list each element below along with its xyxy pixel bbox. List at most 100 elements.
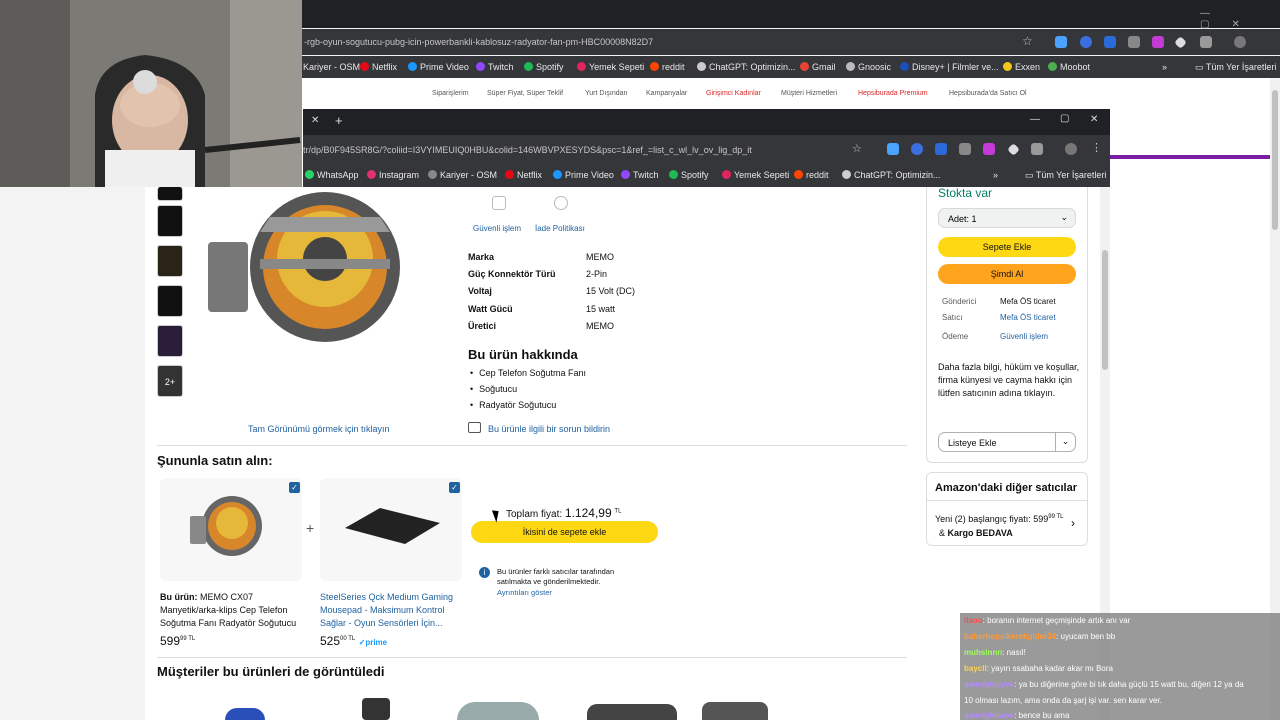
details-link[interactable]: Ayrıntıları göster — [497, 588, 552, 597]
bookmark-item[interactable]: Instagram — [367, 170, 419, 180]
nav-item[interactable]: Hepsiburada Premium — [858, 90, 928, 97]
bookmark-item[interactable]: Gnoosic — [846, 62, 891, 72]
scrollbar-thumb[interactable] — [1272, 90, 1278, 230]
all-bookmarks[interactable]: ▭ Tüm Yer İşaretleri — [1195, 62, 1276, 73]
bookmark-star-icon[interactable]: ☆ — [852, 142, 862, 155]
bookmark-item[interactable]: Kariyer - OSM — [428, 170, 497, 180]
bookmark-item[interactable]: Exxen — [1003, 62, 1040, 72]
new-tab-icon[interactable]: + — [335, 113, 343, 128]
full-view-link[interactable]: Tam Görünümü görmek için tıklayın — [248, 424, 390, 434]
bookmark-star-icon[interactable]: ☆ — [1022, 34, 1033, 48]
fbt-item-image[interactable] — [160, 478, 302, 581]
product-thumbnail[interactable] — [157, 187, 183, 201]
fbt-item-title: Bu ürün: MEMO CX07 Manyetik/arka-klips C… — [160, 592, 297, 628]
back-window-controls[interactable]: —▢✕ — [1200, 8, 1280, 30]
bookmark-item[interactable]: ChatGPT: Optimizin... — [842, 170, 941, 180]
bookmark-item[interactable]: WhatsApp — [305, 170, 359, 180]
extension-icon[interactable] — [887, 143, 899, 155]
chevron-down-icon[interactable]: ⌄ — [1055, 433, 1075, 451]
bookmark-item[interactable]: Prime Video — [408, 62, 469, 72]
close-window-icon[interactable]: ✕ — [1090, 114, 1098, 125]
product-thumbnail[interactable] — [157, 325, 183, 357]
bookmark-item[interactable]: Twitch — [621, 170, 659, 180]
fbt-checkbox[interactable]: ✓ — [449, 482, 460, 493]
close-tab-icon[interactable]: ✕ — [311, 115, 319, 126]
buybox-key: Satıcı — [942, 313, 963, 322]
nav-item[interactable]: Hepsiburada'da Satıcı Ol — [949, 90, 1027, 97]
bookmark-item[interactable]: ChatGPT: Optimizin... — [697, 62, 796, 72]
product-thumbnail[interactable] — [157, 245, 183, 277]
secure-transaction-link[interactable]: Güvenli işlem — [473, 224, 521, 233]
bookmark-item[interactable]: Yemek Sepeti — [577, 62, 644, 72]
puzzle-icon[interactable] — [1200, 36, 1212, 48]
bookmark-item[interactable]: Twitch — [476, 62, 514, 72]
report-issue-link[interactable]: Bu ürünle ilgili bir sorun bildirin — [488, 424, 610, 434]
related-product-image[interactable] — [702, 702, 768, 720]
bookmark-item[interactable]: Spotify — [524, 62, 564, 72]
front-url-text[interactable]: tr/dp/B0F945SR8G/?coliid=I3VYIMEUIQ0HBU&… — [303, 145, 752, 155]
bookmark-item[interactable]: Netflix — [505, 170, 542, 180]
scrollbar-thumb[interactable] — [1102, 250, 1108, 370]
related-product-image[interactable] — [587, 704, 677, 720]
puzzle-icon[interactable] — [1031, 143, 1043, 155]
seller-link[interactable]: Mefa ÖS ticaret — [1000, 313, 1056, 322]
extension-icon[interactable] — [911, 143, 923, 155]
bookmark-item[interactable]: Spotify — [669, 170, 709, 180]
bookmark-item[interactable]: Netflix — [360, 62, 397, 72]
fbt-checkbox[interactable]: ✓ — [289, 482, 300, 493]
bookmark-item[interactable]: Moobot — [1048, 62, 1090, 72]
bookmark-item[interactable]: Gmail — [800, 62, 836, 72]
extension-icon[interactable] — [1055, 36, 1067, 48]
nav-item[interactable]: Müşteri Hizmetleri — [781, 90, 837, 97]
extension-icon[interactable] — [1152, 36, 1164, 48]
related-product-image[interactable] — [362, 698, 390, 720]
chevron-right-icon[interactable]: › — [1071, 516, 1075, 530]
add-both-to-cart-button[interactable]: İkisini de sepete ekle — [471, 521, 658, 543]
extension-icon[interactable] — [935, 143, 947, 155]
product-thumbnail[interactable] — [157, 285, 183, 317]
bookmark-item[interactable]: Disney+ | Filmler ve... — [900, 62, 999, 72]
related-product-image[interactable] — [225, 708, 265, 720]
chevron-right-icon[interactable]: » — [993, 170, 998, 180]
return-policy-link[interactable]: İade Politikası — [535, 224, 585, 233]
back-url-text[interactable]: -rgb-oyun-sogutucu-pubg-icin-powerbankli… — [304, 37, 653, 47]
extension-icon[interactable] — [1104, 36, 1116, 48]
chevron-right-icon[interactable]: » — [1162, 62, 1167, 72]
spec-key: Güç Konnektör Türü — [468, 269, 556, 279]
extension-icon[interactable] — [1080, 36, 1092, 48]
product-thumbnail-more[interactable]: 2+ — [157, 365, 183, 397]
payment-link[interactable]: Güvenli işlem — [1000, 332, 1048, 341]
buy-box — [926, 187, 1088, 463]
bookmark-item[interactable]: Kariyer - OSM — [303, 62, 360, 72]
quantity-select[interactable]: Adet: 1 ⌄ — [938, 208, 1076, 228]
all-bookmarks[interactable]: ▭ Tüm Yer İşaretleri — [1025, 170, 1106, 181]
fbt-item-image[interactable] — [320, 478, 462, 581]
nav-item[interactable]: Siparişlerim — [432, 90, 469, 97]
product-thumbnail[interactable] — [157, 205, 183, 237]
maximize-icon[interactable]: ▢ — [1060, 113, 1069, 124]
product-main-image[interactable] — [200, 187, 440, 347]
nav-item[interactable]: Süper Fiyat, Süper Teklif — [487, 90, 563, 97]
nav-item[interactable]: Yurt Dışından — [585, 90, 627, 97]
extension-icon[interactable] — [983, 143, 995, 155]
fbt-item-link[interactable]: SteelSeries Qck Medium Gaming Mousepad -… — [320, 591, 465, 630]
add-to-cart-button[interactable]: Sepete Ekle — [938, 237, 1076, 257]
extension-icon[interactable] — [959, 143, 971, 155]
extension-icon[interactable] — [1128, 36, 1140, 48]
bookmark-item[interactable]: reddit — [650, 62, 685, 72]
other-sellers-price[interactable]: Yeni (2) başlangıç fiyatı: 59999 TL — [935, 514, 1064, 524]
nav-item[interactable]: Kampanyalar — [646, 90, 687, 97]
extension-icon[interactable] — [1007, 143, 1020, 156]
kebab-menu-icon[interactable]: ⋮ — [1091, 141, 1102, 154]
bookmark-item[interactable]: reddit — [794, 170, 829, 180]
bookmark-item[interactable]: Yemek Sepeti — [722, 170, 789, 180]
bookmark-item[interactable]: Prime Video — [553, 170, 614, 180]
add-to-list-button[interactable]: Listeye Ekle ⌄ — [938, 432, 1076, 452]
nav-item[interactable]: Girişimci Kadınlar — [706, 90, 761, 97]
avatar[interactable] — [1065, 143, 1077, 155]
minimize-icon[interactable]: — — [1030, 114, 1040, 125]
seller-info-text: Daha fazla bilgi, hüküm ve koşullar, fir… — [938, 362, 1080, 398]
avatar[interactable] — [1234, 36, 1246, 48]
buy-now-button[interactable]: Şimdi Al — [938, 264, 1076, 284]
related-product-image[interactable] — [457, 702, 539, 720]
